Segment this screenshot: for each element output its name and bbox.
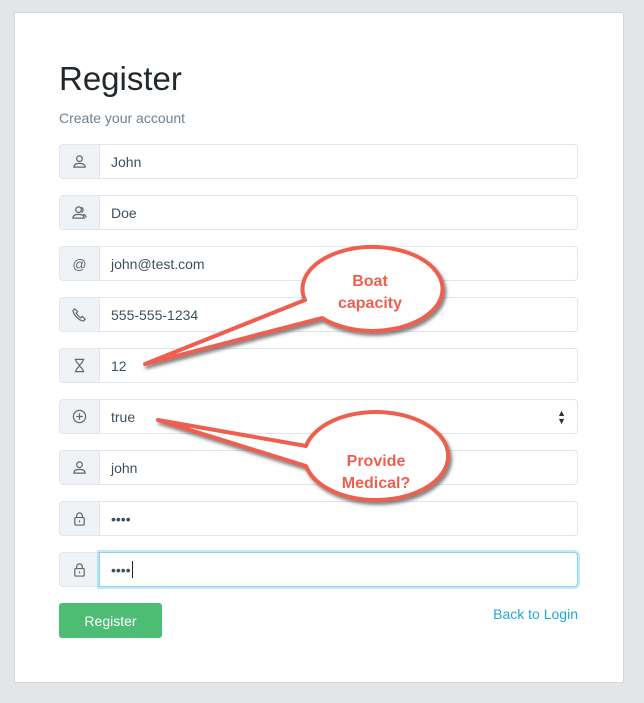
medical-select-value: true: [111, 408, 136, 425]
phone-input[interactable]: 555-555-1234: [99, 297, 578, 332]
repeat-password-value: ••••: [111, 561, 131, 578]
password-group: ••••: [59, 501, 578, 536]
medical-group: true ▲ ▼: [59, 399, 578, 434]
password-input[interactable]: ••••: [99, 501, 578, 536]
username-input[interactable]: john: [99, 450, 578, 485]
hourglass-icon: [59, 348, 99, 383]
page-title: Register: [59, 60, 182, 97]
username-group: john: [59, 450, 578, 485]
plus-circle-icon: [59, 399, 99, 434]
phone-icon: [59, 297, 99, 332]
boat-capacity-input[interactable]: 12: [99, 348, 578, 383]
medical-select[interactable]: true ▲ ▼: [99, 399, 578, 434]
repeat-password-group: ••••: [59, 552, 578, 587]
repeat-password-input[interactable]: ••••: [99, 552, 578, 587]
email-group: @ john@test.com: [59, 246, 578, 281]
boat-capacity-group: 12: [59, 348, 578, 383]
first-name-group: John: [59, 144, 578, 179]
last-name-group: Doe: [59, 195, 578, 230]
first-name-input[interactable]: John: [99, 144, 578, 179]
user-icon: [59, 144, 99, 179]
email-input[interactable]: john@test.com: [99, 246, 578, 281]
user-icon: [59, 450, 99, 485]
users-icon: [59, 195, 99, 230]
register-button[interactable]: Register: [59, 603, 162, 638]
phone-group: 555-555-1234: [59, 297, 578, 332]
lock-icon: [59, 552, 99, 587]
select-arrows-icon: ▲ ▼: [557, 407, 566, 426]
page-subtitle: Create your account: [59, 110, 186, 126]
text-caret: [131, 561, 133, 578]
last-name-input[interactable]: Doe: [99, 195, 578, 230]
at-icon: @: [59, 246, 99, 281]
lock-icon: [59, 501, 99, 536]
back-to-login-link[interactable]: Back to Login: [493, 606, 578, 622]
